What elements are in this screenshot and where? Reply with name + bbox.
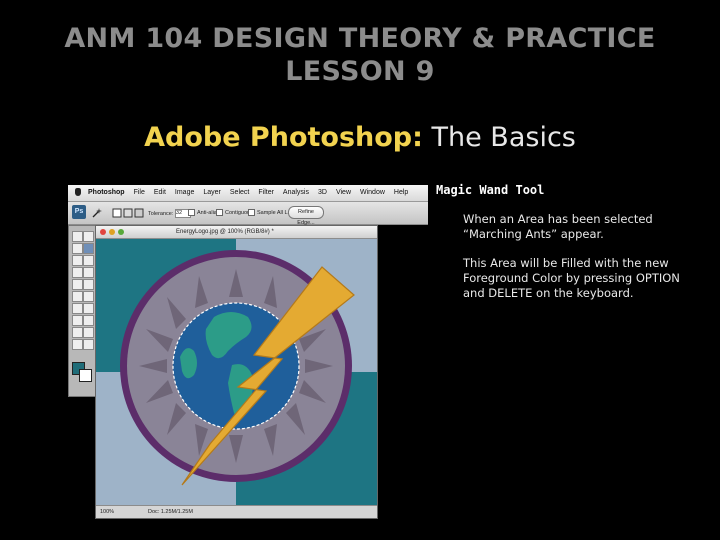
- description-paragraph-1: When an Area has been selected “Marching…: [463, 212, 653, 241]
- magic-wand-tool-icon[interactable]: [83, 243, 94, 254]
- menu-layer[interactable]: Layer: [203, 189, 221, 196]
- energy-logo-artwork: [96, 239, 377, 505]
- zoom-icon[interactable]: [118, 229, 124, 235]
- tolerance-label: Tolerance:: [148, 210, 174, 217]
- menu-bar: Photoshop File Edit Image Layer Select Filter A…: [68, 185, 428, 202]
- background-color-swatch[interactable]: [79, 369, 92, 382]
- course-title: ANM 104 DESIGN THEORY & PRACTICE LESSON …: [0, 22, 720, 88]
- refine-edge-button[interactable]: Refine Edge...: [288, 206, 324, 226]
- menu-analysis[interactable]: Analysis: [283, 189, 309, 196]
- type-tool-icon[interactable]: [83, 315, 94, 326]
- close-icon[interactable]: [100, 229, 106, 235]
- photoshop-logo-icon: Ps: [72, 205, 86, 219]
- heading-app-name: Adobe Photoshop:: [144, 122, 423, 153]
- history-brush-tool-icon[interactable]: [83, 279, 94, 290]
- course-title-line2: LESSON 9: [285, 56, 435, 87]
- heading-subtitle: The Basics: [422, 122, 576, 153]
- healing-tool-icon[interactable]: [72, 267, 83, 278]
- menu-view[interactable]: View: [336, 189, 351, 196]
- menu-3d[interactable]: 3D: [318, 189, 327, 196]
- dodge-tool-icon[interactable]: [83, 303, 94, 314]
- document-title-bar: EnergyLogo.jpg @ 100% (RGB/8#) *: [96, 226, 377, 239]
- menu-image[interactable]: Image: [175, 189, 194, 196]
- document-title: EnergyLogo.jpg @ 100% (RGB/8#) *: [176, 229, 274, 235]
- gradient-tool-icon[interactable]: [83, 291, 94, 302]
- clone-stamp-tool-icon[interactable]: [72, 279, 83, 290]
- minimize-icon[interactable]: [109, 229, 115, 235]
- antialias-option[interactable]: Anti-alias: [188, 209, 220, 216]
- image-canvas[interactable]: [96, 239, 377, 505]
- new-selection-icon[interactable]: [112, 208, 122, 218]
- document-window: EnergyLogo.jpg @ 100% (RGB/8#) * 100% Do…: [95, 225, 378, 519]
- zoom-level[interactable]: 100%: [100, 509, 114, 515]
- menu-select[interactable]: Select: [230, 189, 249, 196]
- sample-all-layers-checkbox[interactable]: [248, 209, 255, 216]
- menu-window[interactable]: Window: [360, 189, 385, 196]
- blur-tool-icon[interactable]: [72, 303, 83, 314]
- magic-wand-icon[interactable]: [92, 208, 102, 218]
- menu-help[interactable]: Help: [394, 189, 408, 196]
- tool-title: Magic Wand Tool: [436, 183, 545, 197]
- eraser-tool-icon[interactable]: [72, 291, 83, 302]
- photoshop-screenshot: Photoshop File Edit Image Layer Select Filter A…: [68, 185, 428, 519]
- document-size: Doc: 1.25M/1.25M: [148, 509, 193, 515]
- hand-tool-icon[interactable]: [72, 339, 83, 350]
- pen-tool-icon[interactable]: [72, 315, 83, 326]
- path-selection-tool-icon[interactable]: [72, 327, 83, 338]
- menu-photoshop[interactable]: Photoshop: [88, 189, 125, 196]
- crop-tool-icon[interactable]: [72, 255, 83, 266]
- menu-filter[interactable]: Filter: [258, 189, 274, 196]
- antialias-checkbox[interactable]: [188, 209, 195, 216]
- move-tool-icon[interactable]: [72, 231, 83, 242]
- options-bar: Ps Tolerance: 32 Anti-alias Contiguous S…: [68, 202, 428, 226]
- tools-panel: [68, 225, 97, 397]
- apple-icon[interactable]: [75, 188, 81, 196]
- marquee-tool-icon[interactable]: [83, 231, 94, 242]
- add-selection-icon[interactable]: [123, 208, 133, 218]
- status-bar: 100% Doc: 1.25M/1.25M: [96, 505, 377, 518]
- lasso-tool-icon[interactable]: [72, 243, 83, 254]
- slide-heading: Adobe Photoshop: The Basics: [0, 122, 720, 153]
- brush-tool-icon[interactable]: [83, 267, 94, 278]
- menu-file[interactable]: File: [134, 189, 145, 196]
- description-paragraph-2: This Area will be Filled with the new Fo…: [463, 256, 680, 300]
- course-title-line1: ANM 104 DESIGN THEORY & PRACTICE: [64, 23, 656, 54]
- eyedropper-tool-icon[interactable]: [83, 255, 94, 266]
- menu-edit[interactable]: Edit: [154, 189, 166, 196]
- subtract-selection-icon[interactable]: [134, 208, 144, 218]
- contiguous-checkbox[interactable]: [216, 209, 223, 216]
- zoom-tool-icon[interactable]: [83, 339, 94, 350]
- menu-items: Photoshop File Edit Image Layer Select Filter A…: [88, 189, 417, 196]
- shape-tool-icon[interactable]: [83, 327, 94, 338]
- tolerance-control: Tolerance: 32: [148, 209, 191, 218]
